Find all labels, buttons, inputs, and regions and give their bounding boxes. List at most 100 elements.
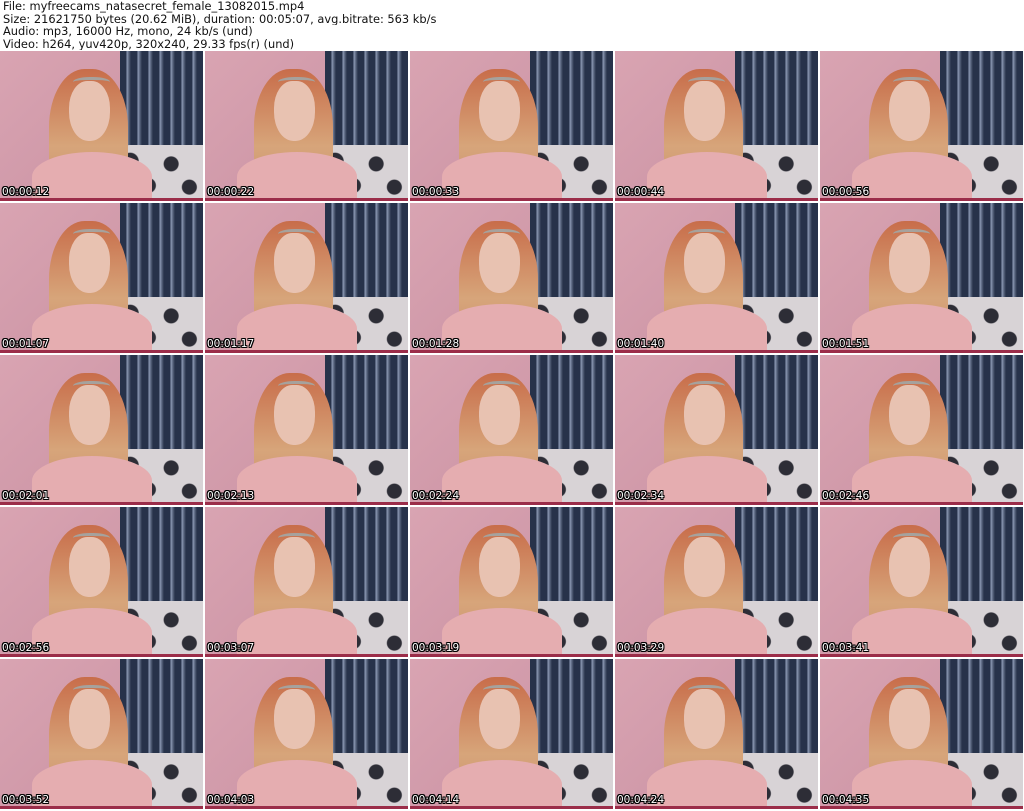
sofa-stripe <box>205 806 408 809</box>
thumbnail-timestamp: 00:01:28 <box>412 338 460 350</box>
pink-top-shape <box>647 151 768 201</box>
sofa-stripe <box>205 502 408 505</box>
video-thumbnail: 00:02:46 <box>820 355 1023 505</box>
pink-top-shape <box>442 759 563 809</box>
pink-top-shape <box>237 151 358 201</box>
curtain-background <box>529 51 613 146</box>
sofa-stripe <box>820 350 1023 353</box>
sofa-stripe <box>615 654 818 657</box>
thumbnail-timestamp: 00:00:33 <box>412 186 460 198</box>
sunglasses-icon <box>73 532 110 544</box>
pink-top-shape <box>237 455 358 505</box>
face-shape <box>889 81 930 141</box>
sofa-stripe <box>820 654 1023 657</box>
curtain-background <box>939 507 1023 602</box>
sunglasses-icon <box>278 684 315 696</box>
sofa-stripe <box>615 502 818 505</box>
thumbnail-timestamp: 00:04:35 <box>822 794 870 806</box>
sunglasses-icon <box>893 228 930 240</box>
sunglasses-icon <box>73 76 110 88</box>
thumbnail-timestamp: 00:03:19 <box>412 642 460 654</box>
pink-top-shape <box>32 455 153 505</box>
thumbnail-timestamp: 00:03:41 <box>822 642 870 654</box>
thumbnail-timestamp: 00:04:14 <box>412 794 460 806</box>
video-info: Video: h264, yuv420p, 320x240, 29.33 fps… <box>3 37 295 50</box>
face-shape <box>684 537 725 597</box>
video-thumbnail: 00:03:29 <box>615 507 818 657</box>
sunglasses-icon <box>73 380 110 392</box>
sofa-stripe <box>0 502 203 505</box>
curtain-background <box>324 659 408 754</box>
pink-top-shape <box>852 455 973 505</box>
video-thumbnail: 00:00:56 <box>820 51 1023 201</box>
curtain-background <box>734 507 818 602</box>
face-shape <box>889 689 930 749</box>
video-thumbnail: 00:04:03 <box>205 659 408 809</box>
metadata-header: File: myfreecams_natasecret_female_13082… <box>0 0 1024 50</box>
face-shape <box>274 385 315 445</box>
video-thumbnail: 00:00:44 <box>615 51 818 201</box>
video-thumbnail: 00:00:33 <box>410 51 613 201</box>
pink-top-shape <box>237 303 358 353</box>
face-shape <box>69 385 110 445</box>
sofa-stripe <box>615 198 818 201</box>
face-shape <box>479 385 520 445</box>
video-thumbnail: 00:02:13 <box>205 355 408 505</box>
sunglasses-icon <box>278 380 315 392</box>
sunglasses-icon <box>483 228 520 240</box>
thumbnail-timestamp: 00:02:34 <box>617 490 665 502</box>
curtain-background <box>529 659 613 754</box>
video-thumbnail: 00:04:14 <box>410 659 613 809</box>
file-name: File: myfreecams_natasecret_female_13082… <box>3 0 305 13</box>
pink-top-shape <box>442 151 563 201</box>
video-thumbnail: 00:03:19 <box>410 507 613 657</box>
thumbnail-timestamp: 00:00:12 <box>2 186 50 198</box>
sunglasses-icon <box>688 532 725 544</box>
curtain-background <box>119 203 203 298</box>
thumbnail-timestamp: 00:04:24 <box>617 794 665 806</box>
face-shape <box>479 689 520 749</box>
sofa-stripe <box>205 350 408 353</box>
sofa-stripe <box>615 806 818 809</box>
sunglasses-icon <box>893 684 930 696</box>
face-shape <box>889 233 930 293</box>
face-shape <box>69 81 110 141</box>
curtain-background <box>939 51 1023 146</box>
video-thumbnail: 00:00:12 <box>0 51 203 201</box>
video-thumbnail: 00:03:52 <box>0 659 203 809</box>
face-shape <box>889 385 930 445</box>
curtain-background <box>119 51 203 146</box>
video-thumbnail: 00:01:40 <box>615 203 818 353</box>
thumbnail-timestamp: 00:02:01 <box>2 490 50 502</box>
thumbnail-timestamp: 00:01:07 <box>2 338 50 350</box>
sunglasses-icon <box>73 228 110 240</box>
video-thumbnail: 00:02:24 <box>410 355 613 505</box>
thumbnail-timestamp: 00:00:44 <box>617 186 665 198</box>
sunglasses-icon <box>688 380 725 392</box>
face-shape <box>479 233 520 293</box>
sofa-stripe <box>205 654 408 657</box>
face-shape <box>69 537 110 597</box>
curtain-background <box>119 355 203 450</box>
pink-top-shape <box>852 151 973 201</box>
face-shape <box>274 689 315 749</box>
pink-top-shape <box>237 759 358 809</box>
sunglasses-icon <box>893 532 930 544</box>
file-size-duration: Size: 21621750 bytes (20.62 MiB), durati… <box>3 12 437 25</box>
sofa-stripe <box>0 350 203 353</box>
thumbnail-timestamp: 00:03:29 <box>617 642 665 654</box>
face-shape <box>479 537 520 597</box>
pink-top-shape <box>647 303 768 353</box>
pink-top-shape <box>852 759 973 809</box>
pink-top-shape <box>237 607 358 657</box>
curtain-background <box>939 659 1023 754</box>
thumbnail-timestamp: 00:02:56 <box>2 642 50 654</box>
sofa-stripe <box>410 654 613 657</box>
sunglasses-icon <box>483 684 520 696</box>
curtain-background <box>734 203 818 298</box>
curtain-background <box>734 659 818 754</box>
video-thumbnail: 00:00:22 <box>205 51 408 201</box>
sofa-stripe <box>410 502 613 505</box>
sunglasses-icon <box>483 76 520 88</box>
video-thumbnail: 00:02:56 <box>0 507 203 657</box>
